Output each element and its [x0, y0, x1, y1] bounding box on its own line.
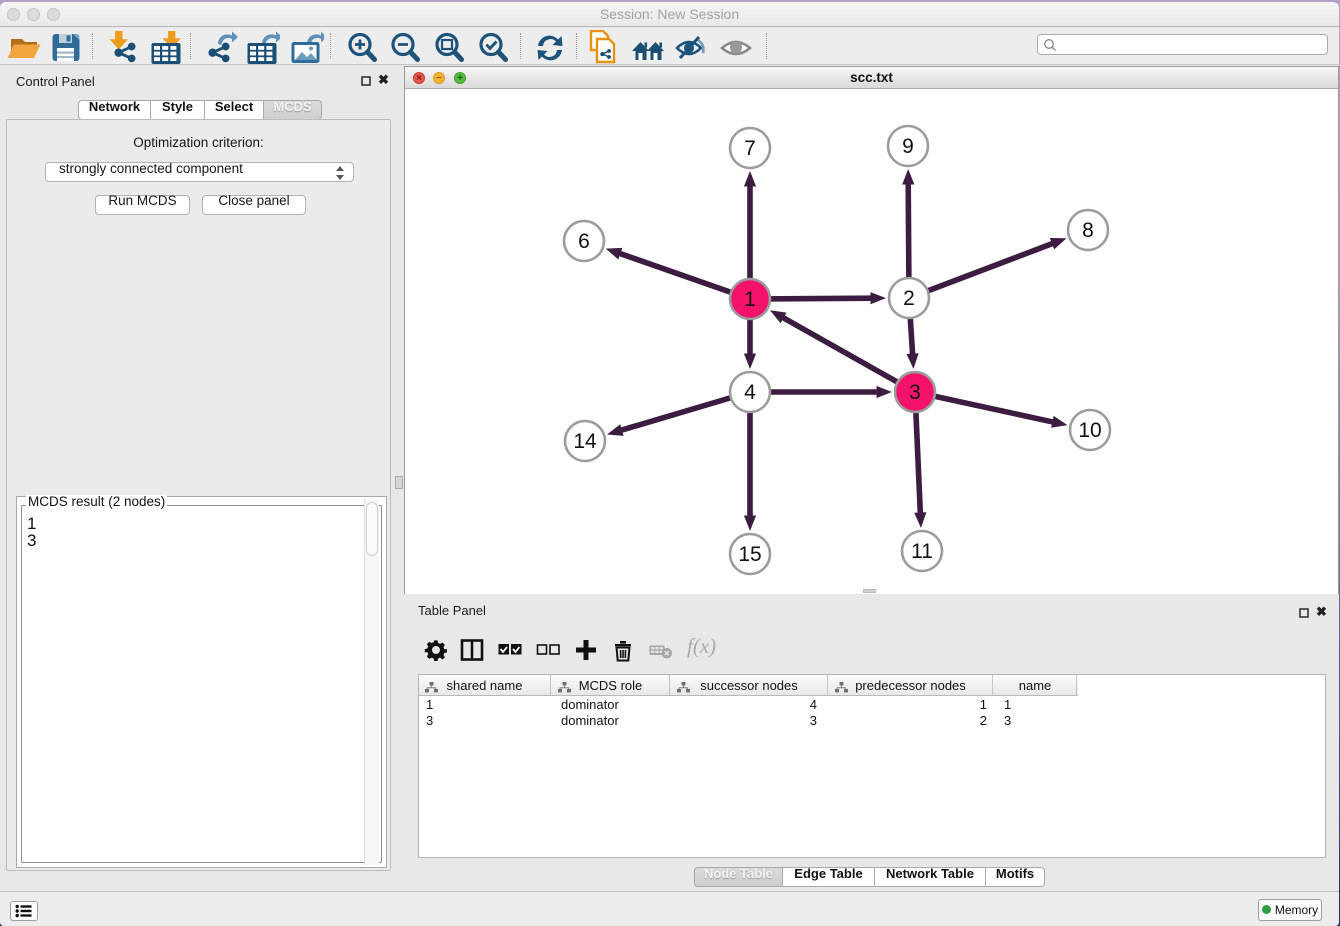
- svg-text:7: 7: [744, 137, 756, 160]
- svg-text:3: 3: [909, 381, 921, 404]
- svg-text:8: 8: [1082, 219, 1094, 242]
- svg-text:11: 11: [911, 540, 933, 563]
- svg-text:1: 1: [744, 288, 756, 311]
- svg-text:4: 4: [744, 381, 756, 404]
- svg-text:14: 14: [573, 430, 597, 453]
- svg-text:2: 2: [903, 287, 915, 310]
- svg-text:9: 9: [902, 135, 914, 158]
- svg-text:10: 10: [1078, 419, 1101, 442]
- svg-text:15: 15: [738, 543, 761, 566]
- svg-text:6: 6: [578, 230, 590, 253]
